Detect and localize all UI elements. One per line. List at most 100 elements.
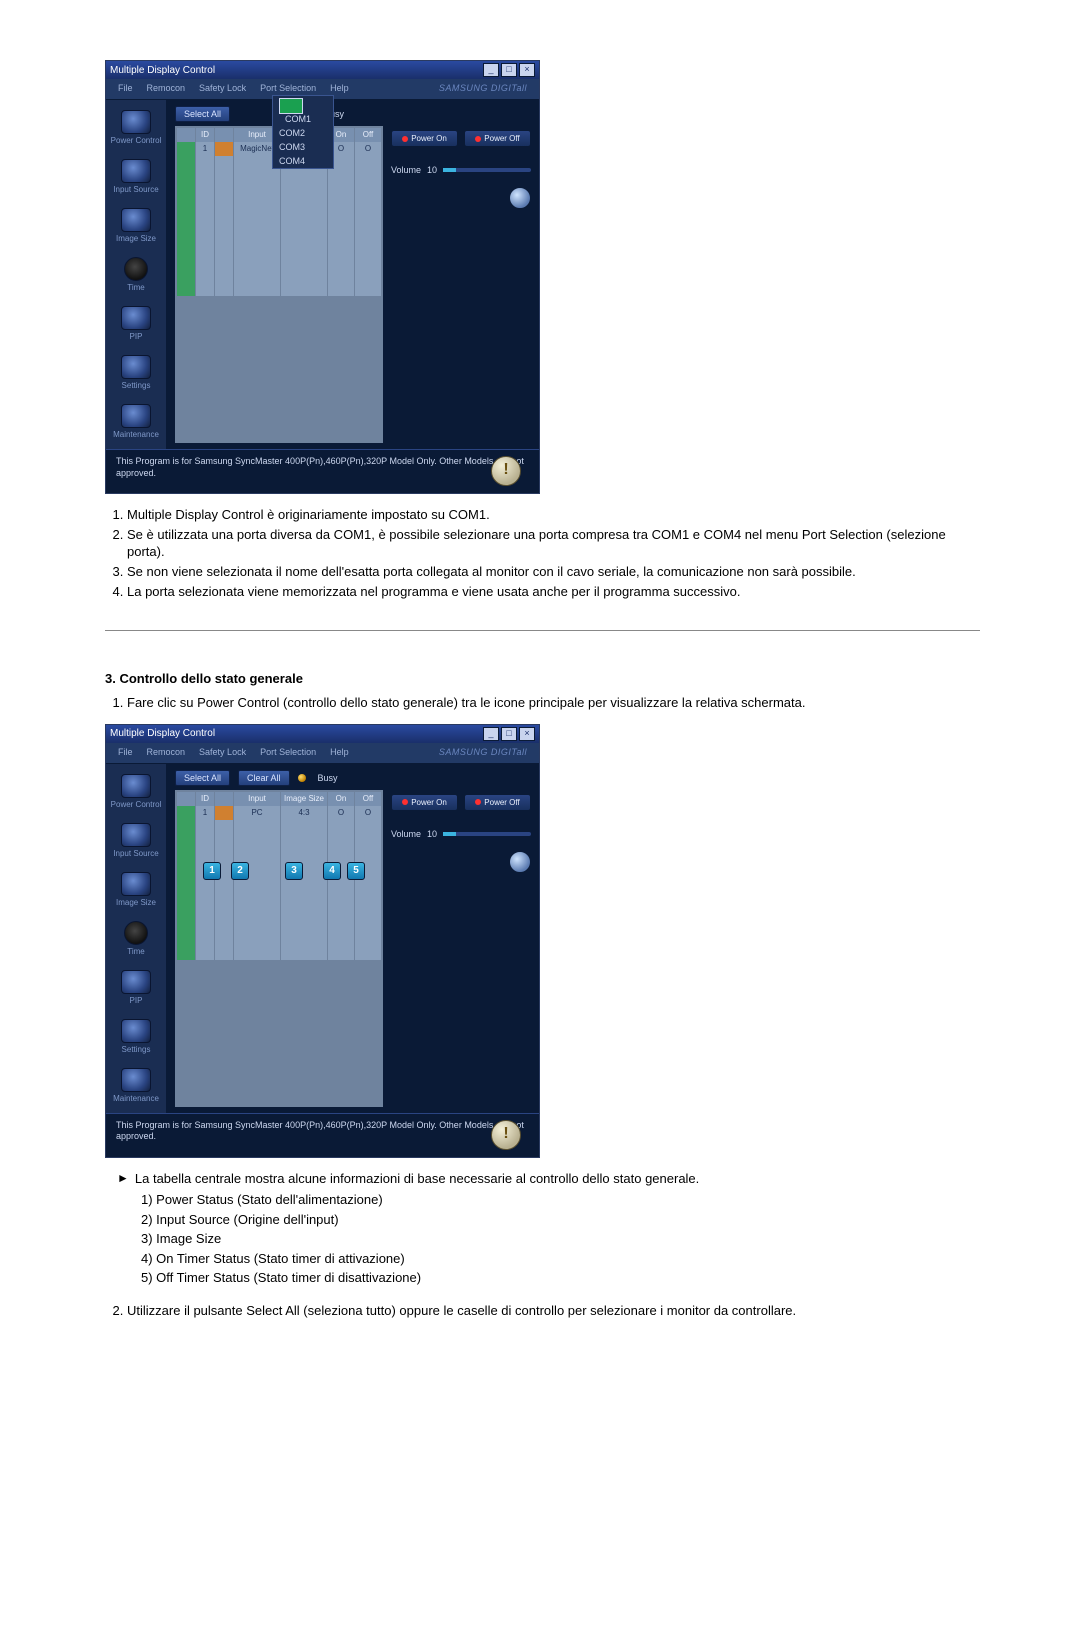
table-row[interactable] [177, 282, 381, 296]
sidebar-item-maintenance[interactable]: Maintenance [106, 1064, 166, 1113]
power-off-button[interactable]: Power Off [464, 794, 531, 811]
section1-list: Multiple Display Control è originariamen… [105, 506, 980, 600]
table-row[interactable] [177, 254, 381, 268]
minimize-button[interactable]: _ [483, 63, 499, 77]
maximize-button[interactable]: □ [501, 63, 517, 77]
table-row[interactable] [177, 946, 381, 960]
volume-slider[interactable] [443, 832, 531, 836]
col-on-timer: On Timer [328, 792, 354, 806]
pip-icon [121, 970, 151, 994]
badge-3: 3 [285, 862, 303, 880]
sidebar-item-time[interactable]: Time [106, 917, 166, 966]
minimize-button[interactable]: _ [483, 727, 499, 741]
table-row[interactable] [177, 184, 381, 198]
legend-intro-row: ► La tabella centrale mostra alcune info… [117, 1170, 980, 1188]
table-row[interactable] [177, 904, 381, 918]
port-com3[interactable]: COM3 [273, 140, 333, 154]
port-com1[interactable]: COM1 [273, 96, 333, 126]
tool-icon [121, 404, 151, 428]
table-row[interactable] [177, 820, 381, 834]
mdc-window-1: Multiple Display Control _ □ × File Remo… [105, 60, 540, 494]
power-on-button[interactable]: Power On [391, 130, 458, 147]
sidebar: Power Control Input Source Image Size Ti… [106, 764, 167, 1113]
volume-slider[interactable] [443, 168, 531, 172]
sidebar-item-power[interactable]: Power Control [106, 770, 166, 819]
volume-label: Volume [391, 829, 421, 839]
col-chk [177, 128, 195, 142]
mute-button[interactable] [509, 187, 531, 209]
sidebar-item-image[interactable]: Image Size [106, 204, 166, 253]
badge-2: 2 [231, 862, 249, 880]
col-input: Input [234, 792, 280, 806]
table-row[interactable]: 1 PC 4:3 O O [177, 806, 381, 820]
sidebar-item-image[interactable]: Image Size [106, 868, 166, 917]
gear-icon [121, 355, 151, 379]
table-row[interactable] [177, 932, 381, 946]
table-row[interactable] [177, 240, 381, 254]
close-button[interactable]: × [519, 727, 535, 741]
divider [105, 630, 980, 631]
legend-item: 1) Power Status (Stato dell'alimentazion… [141, 1190, 980, 1210]
table-row[interactable] [177, 268, 381, 282]
arrow-icon: ► [117, 1170, 129, 1187]
sidebar-item-pip[interactable]: PIP [106, 966, 166, 1015]
mute-button[interactable] [509, 851, 531, 873]
maximize-button[interactable]: □ [501, 727, 517, 741]
table-row[interactable] [177, 890, 381, 904]
mdc-window-2: Multiple Display Control _ □ × File Remo… [105, 724, 540, 1158]
section3-list-2: Utilizzare il pulsante Select All (selez… [105, 1302, 980, 1320]
power-off-button[interactable]: Power Off [464, 130, 531, 147]
col-chk [177, 792, 195, 806]
menu-safety-lock[interactable]: Safety Lock [193, 745, 252, 763]
volume-label: Volume [391, 165, 421, 175]
clock-icon [124, 257, 148, 281]
menu-help[interactable]: Help [324, 745, 355, 763]
col-pwr [215, 128, 233, 142]
table-row[interactable] [177, 170, 381, 184]
sidebar-item-input[interactable]: Input Source [106, 819, 166, 868]
clear-all-button[interactable]: Clear All [238, 770, 290, 786]
alert-icon: ! [491, 456, 521, 486]
sidebar-item-input[interactable]: Input Source [106, 155, 166, 204]
sidebar-item-maintenance[interactable]: Maintenance [106, 400, 166, 449]
sidebar-item-time[interactable]: Time [106, 253, 166, 302]
menu-file[interactable]: File [112, 81, 139, 99]
port-com4[interactable]: COM4 [273, 154, 333, 168]
menubar: File Remocon Safety Lock Port Selection … [106, 743, 539, 764]
close-button[interactable]: × [519, 63, 535, 77]
menu-safety-lock[interactable]: Safety Lock [193, 81, 252, 99]
col-off-timer: Off Timer [355, 792, 381, 806]
image-icon [121, 208, 151, 232]
sidebar-item-pip[interactable]: PIP [106, 302, 166, 351]
sidebar-item-settings[interactable]: Settings [106, 1015, 166, 1064]
menu-port-selection[interactable]: Port Selection [254, 745, 322, 763]
select-all-button[interactable]: Select All [175, 106, 230, 122]
table-row[interactable] [177, 918, 381, 932]
table-row[interactable] [177, 198, 381, 212]
menu-remocon[interactable]: Remocon [141, 81, 192, 99]
table-row[interactable] [177, 848, 381, 862]
legend-item: 4) On Timer Status (Stato timer di attiv… [141, 1249, 980, 1269]
table-row[interactable] [177, 834, 381, 848]
sidebar-item-power[interactable]: Power Control [106, 106, 166, 155]
input-icon [121, 823, 151, 847]
power-icon [121, 110, 151, 134]
menu-remocon[interactable]: Remocon [141, 745, 192, 763]
table-row[interactable] [177, 212, 381, 226]
sidebar-item-settings[interactable]: Settings [106, 351, 166, 400]
table-row[interactable] [177, 226, 381, 240]
input-icon [121, 159, 151, 183]
pip-icon [121, 306, 151, 330]
window-title: Multiple Display Control [110, 728, 215, 739]
display-table: ID Input Image Size On Timer Off Timer [175, 126, 383, 443]
port-dropdown: COM1 COM2 COM3 COM4 [272, 95, 334, 169]
menu-file[interactable]: File [112, 745, 139, 763]
gear-icon [121, 1019, 151, 1043]
col-off-timer: Off Timer [355, 128, 381, 142]
col-id: ID [196, 792, 214, 806]
section3-list: Fare clic su Power Control (controllo de… [105, 694, 980, 712]
port-com2[interactable]: COM2 [273, 126, 333, 140]
power-icon [121, 774, 151, 798]
select-all-button[interactable]: Select All [175, 770, 230, 786]
power-on-button[interactable]: Power On [391, 794, 458, 811]
